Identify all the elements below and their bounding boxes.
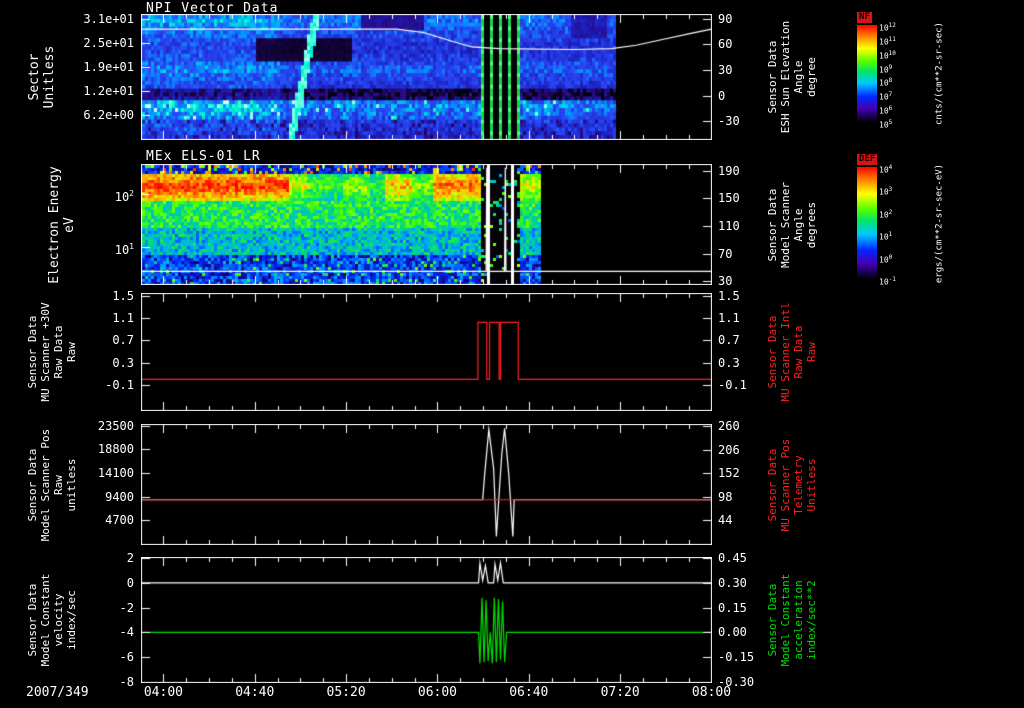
colorbar-unit-label-def: ergs/(cm**2-sr-sec-eV) xyxy=(934,163,945,283)
y-tick-label-left: 2.5e+01 xyxy=(83,35,134,50)
colorbar-tick-label: 107 xyxy=(879,91,893,102)
x-tick-label: 04:00 xyxy=(143,685,183,700)
y-tick-label-left: 3.1e+01 xyxy=(83,11,134,26)
x-tick-label: 04:40 xyxy=(235,685,275,700)
colorbar-def xyxy=(857,167,877,279)
spectrogram-canvas-panel-2 xyxy=(141,164,712,285)
colorbar-tick-label: 102 xyxy=(879,208,893,220)
colorbar-tick-label: 108 xyxy=(879,77,893,89)
plot-stage: NPI Vector Data MEx ELS-01 LR 3.1e+01 2.5… xyxy=(0,0,1024,708)
colorbar-tick-label: 109 xyxy=(879,63,893,75)
colorbar-tick-label: 103 xyxy=(879,186,893,198)
x-tick-label: 05:20 xyxy=(326,685,366,700)
colorbar-tick-label: 104 xyxy=(879,164,893,175)
colorbar-tick-label: 101 xyxy=(879,231,893,242)
panel-2-title: MEx ELS-01 LR xyxy=(146,149,261,164)
colorbar-tick-label: 105 xyxy=(879,119,893,130)
x-tick-label: 06:00 xyxy=(417,685,458,700)
colorbar-tick-label: 1010 xyxy=(879,49,896,61)
colorbar-title-def: DEF xyxy=(857,154,878,165)
colorbar-title-nf: NF xyxy=(857,12,872,23)
left-axis-label-panel-5: Sensor Data Model Constant velocity inde… xyxy=(26,573,78,667)
line-plot-canvas-panel-5 xyxy=(141,557,712,683)
right-axis-label-panel-5: Sensor Data Model Constant acceleration … xyxy=(766,573,818,667)
x-tick-label: 06:40 xyxy=(509,685,549,700)
line-plot-canvas-panel-3 xyxy=(141,293,712,411)
y-tick-label-left: 1.9e+01 xyxy=(83,59,134,74)
line-plot-canvas-panel-4 xyxy=(141,424,712,545)
colorbar-tick-label: 100 xyxy=(879,253,893,265)
colorbar-nf xyxy=(857,25,877,122)
x-date-label: 2007/349 xyxy=(26,685,89,700)
colorbar-tick-label: 1011 xyxy=(879,35,896,47)
x-tick-label: 08:00 xyxy=(691,685,732,700)
y-tick-label-left: 1.2e+01 xyxy=(83,83,134,98)
colorbar-tick-label: 106 xyxy=(879,105,893,116)
spectrogram-canvas-panel-1 xyxy=(141,14,712,140)
colorbar-tick-label: 10-1 xyxy=(879,276,896,287)
colorbar-tick-label: 1012 xyxy=(879,22,896,33)
x-tick-label: 07:20 xyxy=(600,685,640,700)
